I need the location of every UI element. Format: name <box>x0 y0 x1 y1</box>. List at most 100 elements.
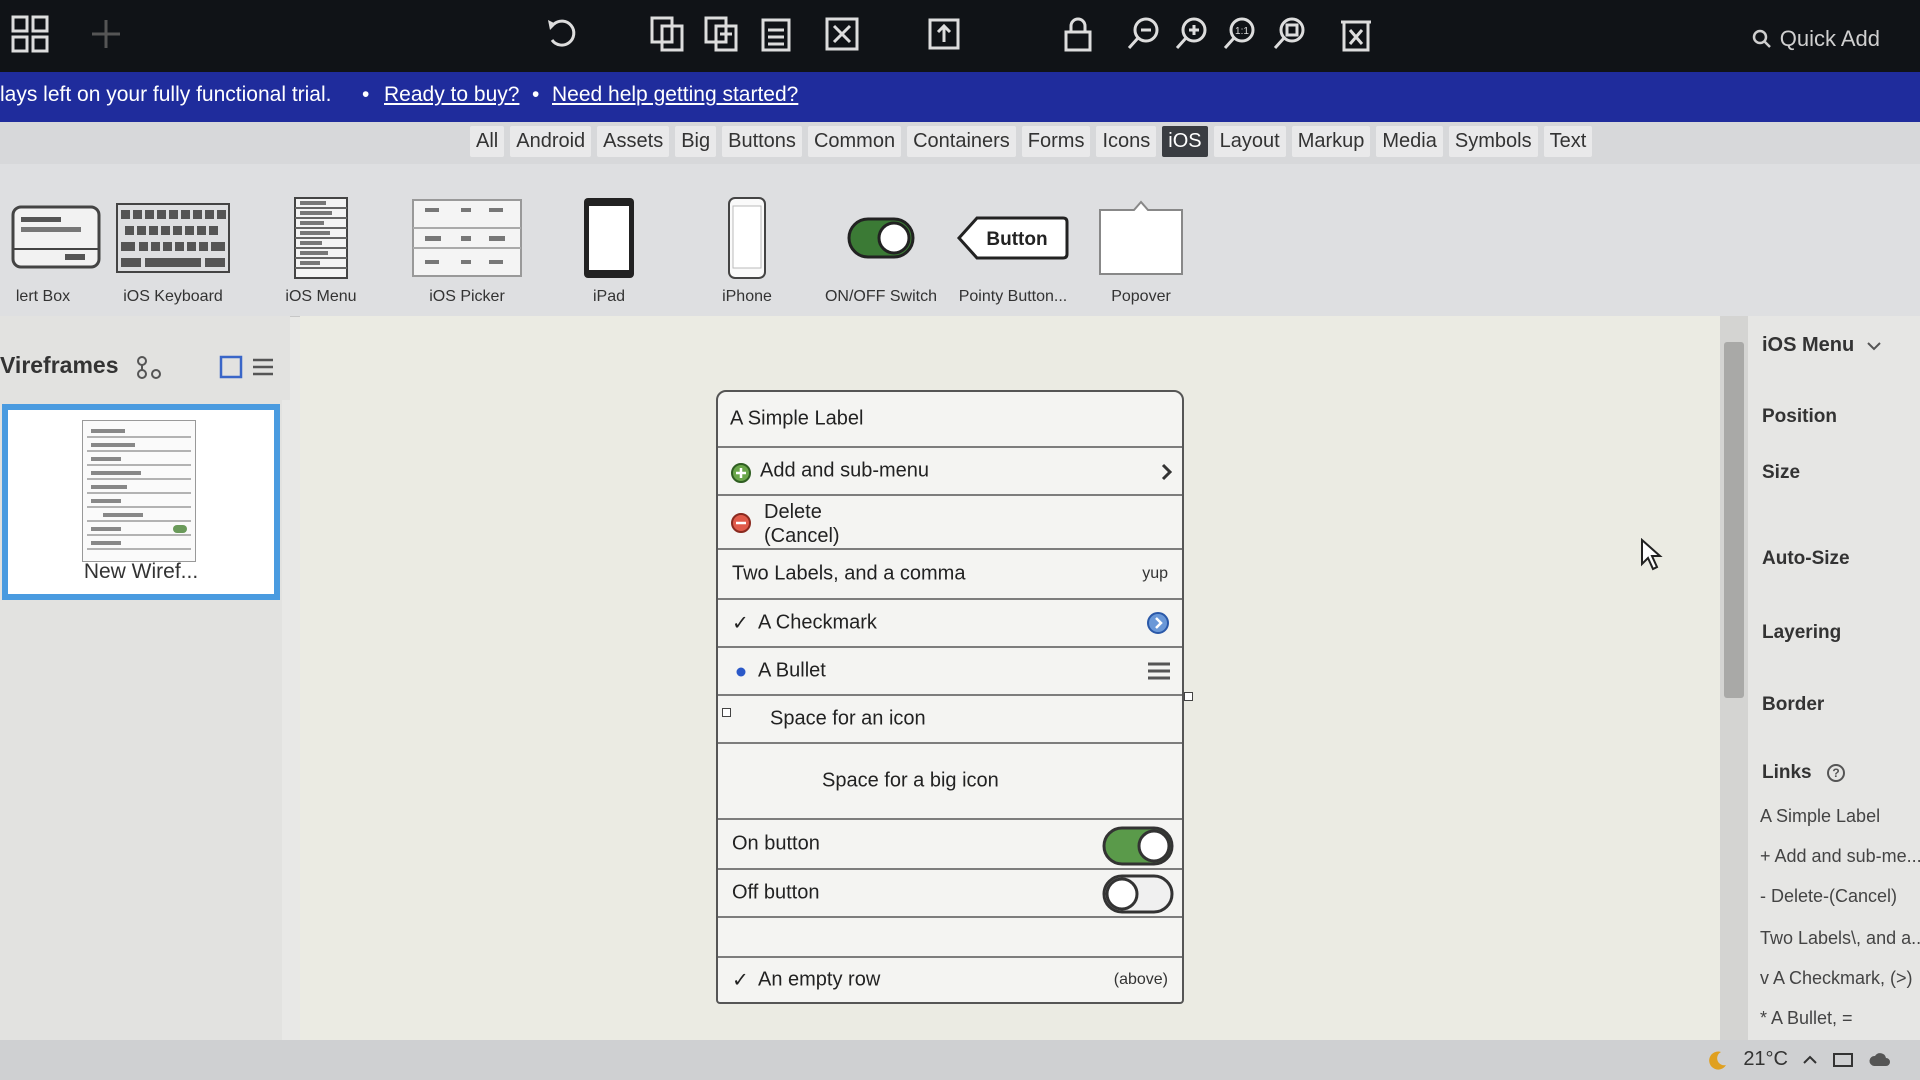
pointy-button-text: Button <box>986 229 1047 250</box>
section-layering[interactable]: Layering <box>1762 622 1841 644</box>
tab-all[interactable]: All <box>470 126 505 157</box>
zoom-out-icon[interactable] <box>1124 14 1164 54</box>
link-item[interactable]: + Add and sub-me... <box>1760 846 1920 867</box>
menu-empty-row-label: An empty row <box>758 968 881 991</box>
cloud-icon[interactable] <box>1868 1052 1892 1068</box>
quick-add-button[interactable]: Quick Add <box>1752 26 1880 52</box>
section-links[interactable]: Links ? <box>1762 762 1846 784</box>
component-ios-menu[interactable]: iOS Menu <box>246 192 396 306</box>
wireframe-card[interactable]: New Wiref... <box>2 404 280 600</box>
tab-icons[interactable]: Icons <box>1096 126 1157 157</box>
component-onoff-switch[interactable]: ON/OFF Switch <box>806 192 956 306</box>
zoom-actual-icon[interactable]: 1:1 <box>1220 14 1260 54</box>
reorder-icon[interactable] <box>1146 660 1172 682</box>
zoom-fit-icon[interactable] <box>1270 14 1310 54</box>
delete-icon <box>731 513 751 533</box>
component-ipad[interactable]: iPad <box>534 192 684 306</box>
menu-row-on-button[interactable]: On button <box>718 820 1182 870</box>
link-item[interactable]: - Delete-(Cancel) <box>1760 886 1897 907</box>
menu-empty-row-right: (above) <box>1113 971 1168 988</box>
section-border[interactable]: Border <box>1762 694 1824 716</box>
svg-text:?: ? <box>1832 766 1839 780</box>
tab-common[interactable]: Common <box>807 126 902 157</box>
delete-icon[interactable] <box>1336 14 1376 54</box>
tab-ios[interactable]: iOS <box>1162 126 1208 157</box>
link-item[interactable]: v A Checkmark, (>) <box>1760 968 1913 989</box>
properties-title: iOS Menu <box>1762 334 1855 356</box>
category-tabs: All Android Assets Big Buttons Common Co… <box>470 126 1593 157</box>
wireframes-title: Vireframes <box>0 352 119 378</box>
menu-row-blank[interactable] <box>718 918 1182 958</box>
tab-markup[interactable]: Markup <box>1291 126 1371 157</box>
component-iphone[interactable]: iPhone <box>672 192 822 306</box>
search-icon <box>1752 29 1771 48</box>
paste-icon[interactable] <box>756 14 796 54</box>
tab-big[interactable]: Big <box>675 126 717 157</box>
menu-row-space-icon[interactable]: Space for an icon <box>718 696 1182 744</box>
component-popover[interactable]: Popover <box>1066 192 1216 306</box>
component-ios-keyboard[interactable]: iOS Keyboard <box>98 192 248 306</box>
display-icon[interactable] <box>1832 1052 1854 1068</box>
help-link[interactable]: Need help getting started? <box>552 83 798 107</box>
component-label: iOS Picker <box>429 288 505 305</box>
section-size[interactable]: Size <box>1762 462 1800 484</box>
list-view-icon[interactable] <box>250 354 276 385</box>
disclosure-icon[interactable] <box>1146 611 1170 635</box>
lock-icon[interactable] <box>1058 14 1098 54</box>
help-icon[interactable]: ? <box>1826 763 1846 783</box>
link-item[interactable]: * A Bullet, = <box>1760 1008 1853 1029</box>
quick-add-label: Quick Add <box>1779 26 1880 51</box>
resize-handle-left[interactable] <box>722 708 731 717</box>
menu-row-space-big-icon[interactable]: Space for a big icon <box>718 744 1182 820</box>
menu-row-add[interactable]: Add and sub-menu <box>718 448 1182 496</box>
undo-icon[interactable] <box>542 14 582 54</box>
menu-checkmark-label: A Checkmark <box>758 611 877 634</box>
tab-forms[interactable]: Forms <box>1021 126 1091 157</box>
component-library: lert Box iOS Keyboard iOS Menu iOS Picke… <box>0 164 1920 317</box>
section-position[interactable]: Position <box>1762 406 1837 428</box>
tab-symbols[interactable]: Symbols <box>1448 126 1538 157</box>
wireframe-name: New Wiref... <box>83 560 199 583</box>
duplicate-icon[interactable] <box>648 14 688 54</box>
menu-row-two-labels[interactable]: Two Labels, and a comma yup <box>718 550 1182 600</box>
menu-row-empty[interactable]: ✓ An empty row (above) <box>718 958 1182 1002</box>
tab-containers[interactable]: Containers <box>907 126 1016 157</box>
component-ios-picker[interactable]: iOS Picker <box>392 192 542 306</box>
link-item[interactable]: A Simple Label <box>1760 806 1880 827</box>
grid-icon[interactable] <box>10 14 50 54</box>
wireframes-scrollbar[interactable] <box>282 400 300 1080</box>
plus-icon[interactable] <box>86 14 126 54</box>
tab-android[interactable]: Android <box>510 126 592 157</box>
menu-row-delete[interactable]: Delete (Cancel) <box>718 496 1182 550</box>
resize-handle-right[interactable] <box>1184 692 1193 701</box>
category-tabs-bar: All Android Assets Big Buttons Common Co… <box>0 122 1920 164</box>
zoom-in-icon[interactable] <box>1172 14 1212 54</box>
temperature: 21°C <box>1743 1048 1788 1070</box>
section-auto-size[interactable]: Auto-Size <box>1762 548 1850 570</box>
tab-layout[interactable]: Layout <box>1213 126 1286 157</box>
chevron-up-icon[interactable] <box>1802 1054 1818 1066</box>
taskbar: 21°C <box>0 1040 1920 1080</box>
tab-text[interactable]: Text <box>1543 126 1593 157</box>
menu-row-off-button[interactable]: Off button <box>718 870 1182 918</box>
fit-icon[interactable] <box>822 14 862 54</box>
thumbnail-view-icon[interactable] <box>218 354 244 385</box>
menu-row-checkmark[interactable]: ✓ A Checkmark <box>718 600 1182 648</box>
export-icon[interactable] <box>924 14 964 54</box>
menu-row-bullet[interactable]: A Bullet <box>718 648 1182 696</box>
component-label: iPhone <box>722 288 772 305</box>
canvas-scroll-thumb[interactable] <box>1724 342 1744 698</box>
tab-media[interactable]: Media <box>1376 126 1443 157</box>
wireframes-share-icon[interactable] <box>134 354 164 385</box>
ready-to-buy-link[interactable]: Ready to buy? <box>384 83 519 107</box>
toggle-off-switch[interactable] <box>1102 874 1174 914</box>
copy-icon[interactable] <box>702 14 742 54</box>
ipad-icon <box>534 192 684 284</box>
toggle-on-switch[interactable] <box>1102 826 1174 866</box>
properties-header[interactable]: iOS Menu <box>1762 334 1882 357</box>
tab-buttons[interactable]: Buttons <box>722 126 802 157</box>
menu-row-title[interactable]: A Simple Label <box>718 392 1182 448</box>
tab-assets[interactable]: Assets <box>597 126 670 157</box>
link-item[interactable]: Two Labels\, and a... <box>1760 928 1920 949</box>
ios-menu-mockup[interactable]: A Simple Label Add and sub-menu Delete (… <box>716 390 1184 1004</box>
